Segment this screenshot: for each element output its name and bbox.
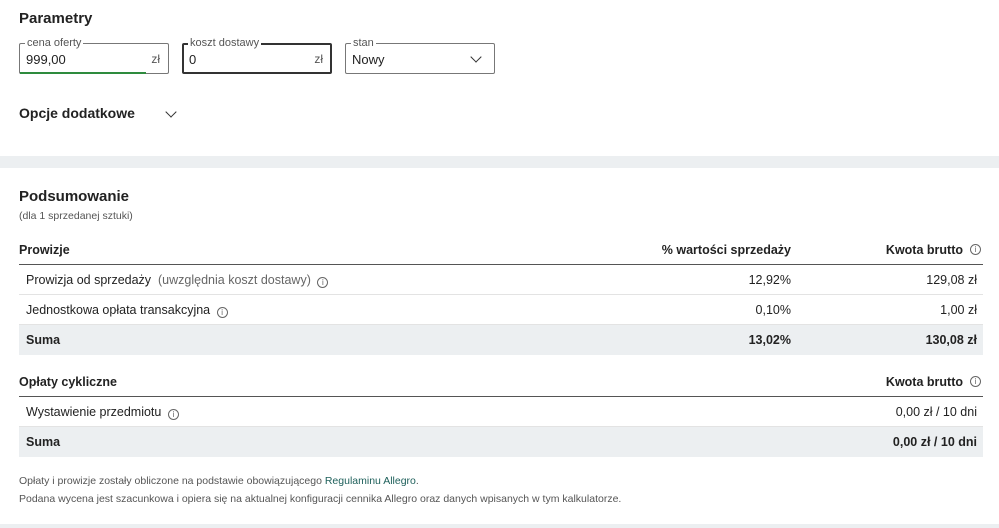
row-label: Prowizja od sprzedaży [26,273,152,287]
sum-label: Suma [26,435,61,449]
summary-subtitle: (dla 1 sprzedanej sztuki) [19,210,133,222]
sum-amount: 0,00 zł / 10 dni [892,435,977,449]
price-field[interactable]: cena oferty 999,00 zł [19,36,169,74]
terms-link[interactable]: Regulaminu Allegro [325,475,416,487]
condition-value[interactable]: Nowy [352,52,385,67]
sum-amount: 130,08 zł [925,333,977,347]
sum-row: Suma 0,00 zł / 10 dni [19,427,983,457]
row-percent: 0,10% [755,303,791,317]
extra-options-toggle[interactable]: Opcje dodatkowe [19,105,135,121]
price-focus-underline [20,72,146,74]
shipping-input[interactable]: 0 [189,52,196,67]
header-cyclic: Opłaty cykliczne [19,375,117,389]
info-icon[interactable]: i [167,409,179,420]
footnote-estimate: Podana wycena jest szacunkowa i opiera s… [19,493,622,505]
footnote-terms: Opłaty i prowizje zostały obliczone na p… [19,475,419,487]
row-amount: 0,00 zł / 10 dni [895,405,977,419]
header-percent: % wartości sprzedaży [661,243,791,257]
table-header: Opłaty cykliczne Kwota brutto i [19,369,983,397]
sum-label: Suma [26,333,61,347]
header-amount: Kwota brutto [885,375,963,389]
price-label: cena oferty [25,36,84,50]
sum-percent: 13,02% [748,333,791,347]
info-icon[interactable]: i [317,277,329,288]
shipping-field[interactable]: koszt dostawy 0 zł [182,36,332,74]
row-amount: 1,00 zł [940,303,977,317]
bottom-divider [0,524,999,528]
price-input[interactable]: 999,00 [26,52,66,67]
row-label: Wystawienie przedmiotu [26,405,162,419]
info-icon[interactable]: i [970,244,981,255]
header-commissions: Prowizje [19,243,70,257]
chevron-down-icon[interactable] [470,51,482,63]
price-unit: zł [151,52,160,66]
sum-row: Suma 13,02% 130,08 zł [19,325,983,355]
table-row: Prowizja od sprzedaży (uwzględnia koszt … [19,265,983,295]
info-icon[interactable]: i [216,307,228,318]
table-row: Wystawienie przedmiotu i 0,00 zł / 10 dn… [19,397,983,427]
summary-title: Podsumowanie [19,188,130,205]
header-amount: Kwota brutto [885,243,963,257]
row-note: (uwzględnia koszt dostawy) [158,273,311,287]
info-icon[interactable]: i [970,376,981,387]
row-amount: 129,08 zł [926,273,977,287]
table-row: Jednostkowa opłata transakcyjna i 0,10% … [19,295,983,325]
parameters-title: Parametry [19,10,93,27]
row-percent: 12,92% [748,273,791,287]
condition-select[interactable]: stan Nowy [345,36,495,74]
shipping-unit: zł [314,52,323,66]
table-header: Prowizje % wartości sprzedaży Kwota brut… [19,237,983,265]
condition-label: stan [351,36,376,50]
row-label: Jednostkowa opłata transakcyjna [26,303,211,317]
parameters-section [0,0,999,156]
shipping-label: koszt dostawy [188,36,262,50]
section-divider [0,156,999,168]
